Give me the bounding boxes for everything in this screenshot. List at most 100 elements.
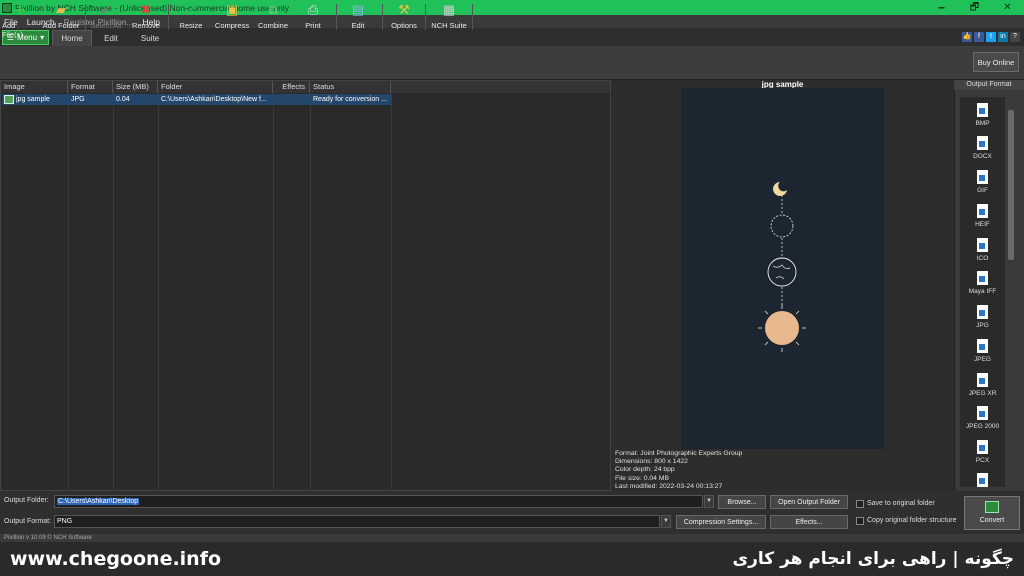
combine-button[interactable]: ⧉ Combine <box>257 2 289 33</box>
column-divider <box>158 93 159 491</box>
toolbar-separator <box>168 4 169 30</box>
file-format-icon <box>977 238 988 252</box>
column-header-image[interactable]: Image <box>1 81 68 93</box>
file-format-icon <box>977 373 988 387</box>
format-label: JPEG 2000 <box>965 423 1000 430</box>
format-label: BMP <box>975 120 990 127</box>
nch-suite-label: NCH Suite <box>431 21 467 30</box>
format-item-gif[interactable]: GIF <box>960 167 1005 200</box>
format-item-docx[interactable]: DOCX <box>960 133 1005 166</box>
format-label: Maya IFF <box>968 288 997 295</box>
column-divider <box>68 93 69 491</box>
options-button[interactable]: ⚒ Options <box>390 2 418 33</box>
open-output-folder-button[interactable]: Open Output Folder <box>770 495 848 509</box>
social-links: 👍 f t in ? <box>962 32 1020 42</box>
toolbar-separator <box>382 4 383 30</box>
format-item-jpeg[interactable]: JPEG <box>960 336 1005 369</box>
combine-label: Combine <box>257 21 288 30</box>
select-all-label: Select All <box>90 21 122 30</box>
resize-label: Resize <box>179 21 203 30</box>
column-header-format[interactable]: Format <box>68 81 113 93</box>
close-icon[interactable]: ✕ <box>991 0 1024 15</box>
compression-settings-button[interactable]: Compression Settings... <box>676 515 766 529</box>
format-scrollbar-thumb[interactable] <box>1008 110 1014 260</box>
like-icon[interactable]: 👍 <box>962 32 972 42</box>
twitter-icon[interactable]: t <box>986 32 996 42</box>
check-icon: ✔ <box>100 2 112 17</box>
help-icon[interactable]: ? <box>1010 32 1020 42</box>
wrench-icon: ⚒ <box>398 2 410 17</box>
convert-button[interactable]: Convert <box>964 496 1020 530</box>
format-item-bmp[interactable]: BMP <box>960 100 1005 133</box>
format-label: ICO <box>976 255 989 262</box>
format-item-pcx[interactable]: PCX <box>960 437 1005 470</box>
column-divider <box>391 93 392 491</box>
chevron-down-icon[interactable]: ▼ <box>661 515 671 528</box>
facebook-icon[interactable]: f <box>974 32 984 42</box>
edit-label: Edit <box>351 21 365 30</box>
effects-button[interactable]: Effects... <box>770 515 848 529</box>
browse-button[interactable]: Browse... <box>718 495 766 509</box>
print-button[interactable]: ⎙ Print <box>300 2 326 33</box>
edit-button[interactable]: ▤ Edit <box>345 2 371 33</box>
image-edit-icon: ▤ <box>351 2 365 17</box>
format-label: GIF <box>977 187 988 194</box>
column-header-folder[interactable]: Folder <box>158 81 273 93</box>
nch-suite-button[interactable]: ▦ NCH Suite <box>431 2 467 33</box>
minimize-icon[interactable]: 🗕 <box>925 0 958 15</box>
copy-structure-checkbox[interactable] <box>856 517 864 525</box>
file-format-icon <box>977 103 988 117</box>
compress-button[interactable]: ▣ Compress <box>214 2 250 33</box>
output-format-value: PNG <box>57 518 73 525</box>
info-dimensions: Dimensions: 800 x 1422 <box>615 458 688 466</box>
column-divider <box>273 93 274 491</box>
format-label: DOCX <box>973 153 992 160</box>
column-header-size[interactable]: Size (MB) <box>113 81 158 93</box>
info-color-depth: Color depth: 24 bpp <box>615 466 675 474</box>
file-format-icon <box>977 406 988 420</box>
format-item-jpeg-2000[interactable]: JPEG 2000 <box>960 403 1005 436</box>
resize-button[interactable]: ⤢ Resize <box>176 2 206 33</box>
chevron-down-icon[interactable]: ▼ <box>704 495 714 508</box>
convert-label: Convert <box>979 517 1005 524</box>
file-format-icon <box>977 339 988 353</box>
buy-online-button[interactable]: Buy Online <box>973 52 1019 72</box>
format-label: PCX <box>975 457 990 464</box>
save-to-original-checkbox[interactable] <box>856 500 864 508</box>
select-all-button[interactable]: ✔ Select All <box>89 2 123 33</box>
format-label: JPG <box>976 322 989 329</box>
column-header-status[interactable]: Status <box>310 81 391 93</box>
copy-structure-label: Copy original folder structure <box>867 517 957 524</box>
add-files-button[interactable]: + Add File(s) <box>2 1 38 39</box>
image-thumbnail-icon <box>4 95 14 104</box>
format-item-heif[interactable]: HEIF <box>960 201 1005 234</box>
output-format-select[interactable]: PNG <box>54 515 660 528</box>
output-format-header: Output Format <box>954 80 1024 90</box>
linkedin-icon[interactable]: in <box>998 32 1008 42</box>
format-item-ico[interactable]: ICO <box>960 235 1005 268</box>
output-format-list[interactable]: BMP DOCX GIF HEIF ICO Maya IFF JPG JPEG … <box>960 97 1005 487</box>
column-header-effects[interactable]: Effects <box>273 81 310 93</box>
remove-button[interactable]: ✖ Remove <box>130 2 162 33</box>
maximize-icon[interactable]: 🗗 <box>958 0 991 15</box>
format-item-jpg[interactable]: JPG <box>960 302 1005 335</box>
format-label: JPEG XR <box>968 390 997 397</box>
output-folder-input[interactable]: C:\Users\Ashkan\Desktop <box>54 495 703 508</box>
options-label: Options <box>391 21 417 30</box>
format-item-jpeg-xr[interactable]: JPEG XR <box>960 370 1005 403</box>
toolbar-separator <box>85 4 86 30</box>
info-file-size: File size: 0.04 MB <box>615 474 670 482</box>
window-controls: 🗕 🗗 ✕ <box>925 0 1024 15</box>
cell-folder: C:\Users\Ashkan\Desktop\New f... <box>161 96 267 103</box>
output-folder-label: Output Folder: <box>4 497 49 504</box>
watermark-url: www.chegoone.info <box>10 548 222 570</box>
file-list[interactable]: Image Format Size (MB) Folder Effects St… <box>0 80 611 491</box>
column-divider <box>310 93 311 491</box>
file-format-icon <box>977 204 988 218</box>
add-folder-button[interactable]: ▰ Add Folder <box>42 2 80 33</box>
remove-label: Remove <box>132 21 160 30</box>
format-item-maya-iff[interactable]: Maya IFF <box>960 268 1005 301</box>
info-last-modified: Last modified: 2022-03-24 00:13:27 <box>615 482 723 490</box>
format-item-next[interactable] <box>960 470 1005 487</box>
file-format-icon <box>977 473 988 487</box>
